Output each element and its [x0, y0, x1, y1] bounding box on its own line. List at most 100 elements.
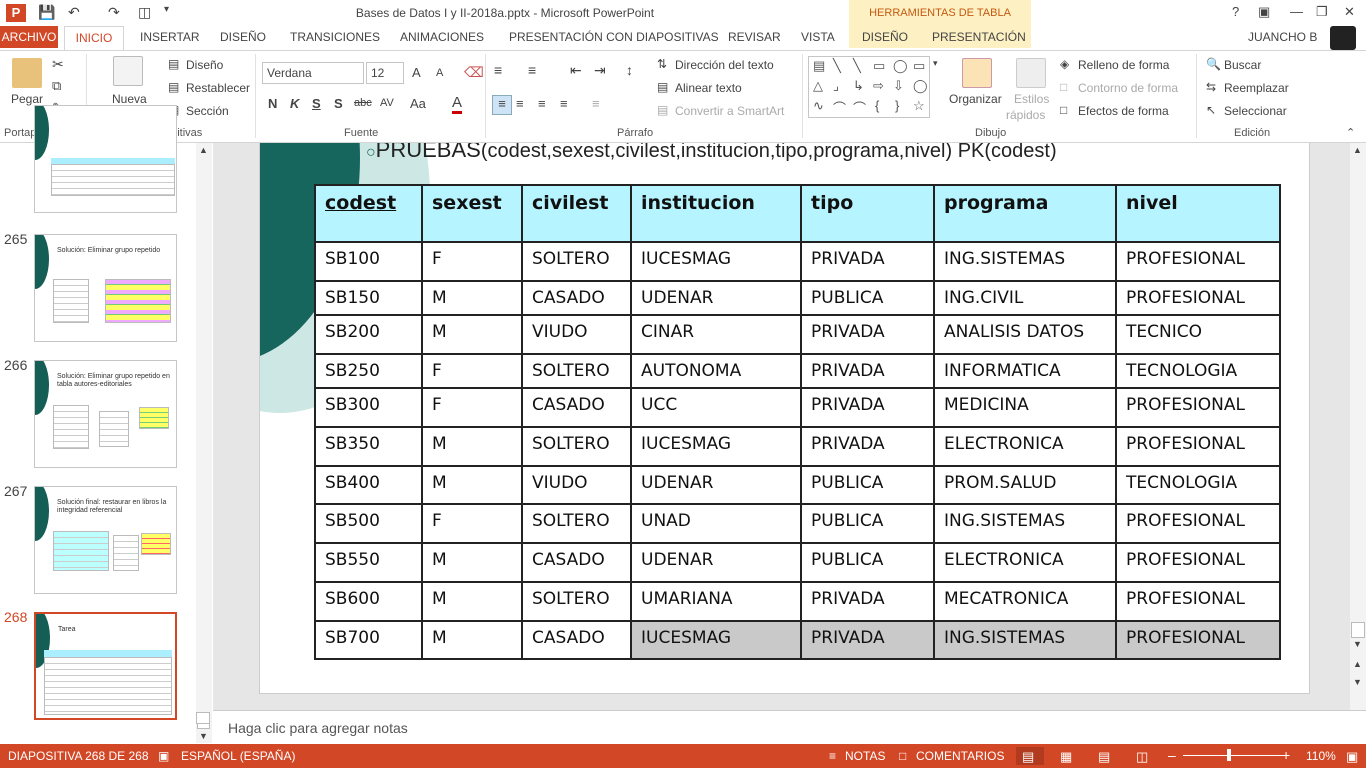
curve-shape-icon[interactable]: ∿	[813, 98, 824, 114]
slide-thumbnail-265[interactable]: Solución: Eliminar grupo repetido	[34, 234, 177, 342]
shape-outline-button[interactable]: Contorno de forma	[1078, 81, 1178, 95]
slide-thumbnail-267[interactable]: Solución final: restaurar en libros la i…	[34, 486, 177, 594]
table-cell[interactable]: SB500	[314, 503, 423, 544]
shapes-gallery[interactable]: ▤ ╲ ╲ ▭ ◯ ▭ △ ⌟ ↳ ⇨ ⇩ ◯ ∿ ⌒ ⌒ { } ☆	[808, 56, 930, 118]
change-case-button[interactable]: Aa	[410, 96, 426, 111]
table-cell[interactable]: SOLTERO	[521, 426, 632, 467]
table-cell[interactable]: IUCESMAG	[630, 241, 802, 282]
grow-font-button[interactable]: A	[412, 65, 421, 80]
font-color-button[interactable]: A	[452, 94, 463, 114]
comments-icon[interactable]: □	[899, 749, 906, 763]
select-button[interactable]: Seleccionar	[1224, 104, 1287, 118]
reading-view-icon[interactable]: ▤	[1098, 749, 1110, 765]
tab-table-diseno[interactable]: DISEÑO	[862, 30, 908, 44]
paste-button[interactable]: Pegar	[11, 92, 43, 106]
line-shape-icon[interactable]: ╲	[853, 58, 861, 74]
text-direction-icon[interactable]: ⇅	[657, 57, 667, 71]
reset-button[interactable]: Restablecer	[186, 81, 250, 95]
tab-transiciones[interactable]: TRANSICIONES	[290, 30, 380, 44]
help-icon[interactable]: ?	[1232, 4, 1239, 19]
scroll-down-icon[interactable]: ▼	[1353, 639, 1362, 649]
previous-slide-icon[interactable]: ▲	[1353, 659, 1362, 669]
slide-sorter-icon[interactable]: ▦	[1060, 749, 1072, 765]
arc-shape-icon[interactable]: ⌒	[853, 98, 866, 117]
table-cell[interactable]: ING.SISTEMAS	[933, 620, 1117, 660]
slideshow-view-icon[interactable]: ◫	[1136, 749, 1148, 765]
quick-styles-button[interactable]: Estilos	[1014, 92, 1049, 106]
connector-shape-icon[interactable]: ⌟	[833, 78, 839, 94]
textbox-shape-icon[interactable]: ▤	[813, 58, 825, 74]
table-cell[interactable]: IUCESMAG	[630, 620, 802, 660]
slide-thumbnail-264[interactable]	[34, 105, 177, 213]
line-shape-icon[interactable]: ╲	[833, 58, 841, 74]
layout-icon[interactable]: ▤	[168, 57, 179, 71]
tab-file[interactable]: ARCHIVO	[0, 26, 58, 48]
next-slide-icon[interactable]: ▼	[1353, 677, 1362, 687]
align-left-icon[interactable]: ≡	[492, 95, 512, 115]
replace-button[interactable]: Reemplazar	[1224, 81, 1289, 95]
table-cell[interactable]: M	[421, 620, 523, 660]
user-name[interactable]: JUANCHO B	[1248, 30, 1317, 44]
new-slide-icon[interactable]	[113, 56, 143, 86]
numbering-icon[interactable]: ≡	[528, 62, 536, 78]
tab-vista[interactable]: VISTA	[801, 30, 835, 44]
table-cell[interactable]: UCC	[630, 387, 802, 428]
layout-button[interactable]: Diseño	[186, 58, 223, 72]
table-cell[interactable]: PROFESIONAL	[1115, 581, 1281, 622]
table-cell[interactable]: UNAD	[630, 503, 802, 544]
table-cell[interactable]: ELECTRONICA	[933, 426, 1117, 467]
table-cell[interactable]: TECNICO	[1115, 314, 1281, 355]
table-cell[interactable]: PUBLICA	[800, 542, 935, 583]
zoom-level[interactable]: 110%	[1306, 749, 1336, 763]
tab-inicio[interactable]: INICIO	[64, 26, 124, 50]
table-cell[interactable]: UDENAR	[630, 465, 802, 505]
column-header[interactable]: programa	[933, 184, 1117, 243]
thumbnails-scrollbar[interactable]: ▲ ▼	[196, 143, 212, 743]
column-header[interactable]: civilest	[521, 184, 632, 243]
shape-fill-button[interactable]: Relleno de forma	[1078, 58, 1169, 72]
table-cell[interactable]: PROM.SALUD	[933, 465, 1117, 505]
rounded-rect-shape-icon[interactable]: ▭	[913, 58, 925, 74]
scroll-up-icon[interactable]: ▲	[1353, 145, 1362, 155]
table-cell[interactable]: CASADO	[521, 387, 632, 428]
star-shape-icon[interactable]: ☆	[913, 98, 925, 114]
reset-icon[interactable]: ▤	[168, 80, 179, 94]
table-cell[interactable]: CASADO	[521, 620, 632, 660]
align-text-button[interactable]: Alinear texto	[675, 81, 742, 95]
table-cell[interactable]: F	[421, 387, 523, 428]
select-icon[interactable]: ↖	[1206, 103, 1216, 117]
table-cell[interactable]: PRIVADA	[800, 353, 935, 389]
tab-animaciones[interactable]: ANIMACIONES	[400, 30, 484, 44]
shadow-button[interactable]: S	[334, 96, 343, 111]
table-cell[interactable]: F	[421, 353, 523, 389]
zoom-in-icon[interactable]: +	[1282, 747, 1290, 763]
italic-button[interactable]: K	[290, 96, 299, 111]
spell-check-icon[interactable]: ▣	[158, 749, 169, 763]
zoom-slider-thumb[interactable]	[1227, 749, 1231, 761]
replace-icon[interactable]: ⇆	[1206, 80, 1216, 94]
tab-insertar[interactable]: INSERTAR	[140, 30, 200, 44]
table-cell[interactable]: SOLTERO	[521, 241, 632, 282]
table-cell[interactable]: SB300	[314, 387, 423, 428]
slide-scroll-thumb[interactable]	[1351, 622, 1365, 638]
gallery-more-icon[interactable]: ▾	[933, 58, 938, 69]
table-cell[interactable]: F	[421, 503, 523, 544]
table-cell[interactable]: M	[421, 280, 523, 316]
restore-icon[interactable]: ❐	[1316, 4, 1328, 20]
shape-effects-icon[interactable]: □	[1060, 103, 1067, 117]
slide-title[interactable]: ○PRUEBAS(codest,sexest,civilest,instituc…	[366, 143, 1057, 163]
table-cell[interactable]: PRIVADA	[800, 314, 935, 355]
table-cell[interactable]: SB250	[314, 353, 423, 389]
down-arrow-shape-icon[interactable]: ⇩	[893, 78, 904, 94]
font-name-box[interactable]: Verdana	[262, 62, 364, 84]
table-cell[interactable]: SB700	[314, 620, 423, 660]
table-cell[interactable]: ELECTRONICA	[933, 542, 1117, 583]
table-cell[interactable]: ANALISIS DATOS	[933, 314, 1117, 355]
table-cell[interactable]: SB100	[314, 241, 423, 282]
close-icon[interactable]: ✕	[1344, 4, 1355, 20]
table-cell[interactable]: PRIVADA	[800, 387, 935, 428]
zoom-out-icon[interactable]: –	[1168, 747, 1176, 763]
convert-smartart-button[interactable]: Convertir a SmartArt	[675, 104, 784, 118]
table-cell[interactable]: CASADO	[521, 280, 632, 316]
smartart-icon[interactable]: ▤	[657, 103, 668, 117]
